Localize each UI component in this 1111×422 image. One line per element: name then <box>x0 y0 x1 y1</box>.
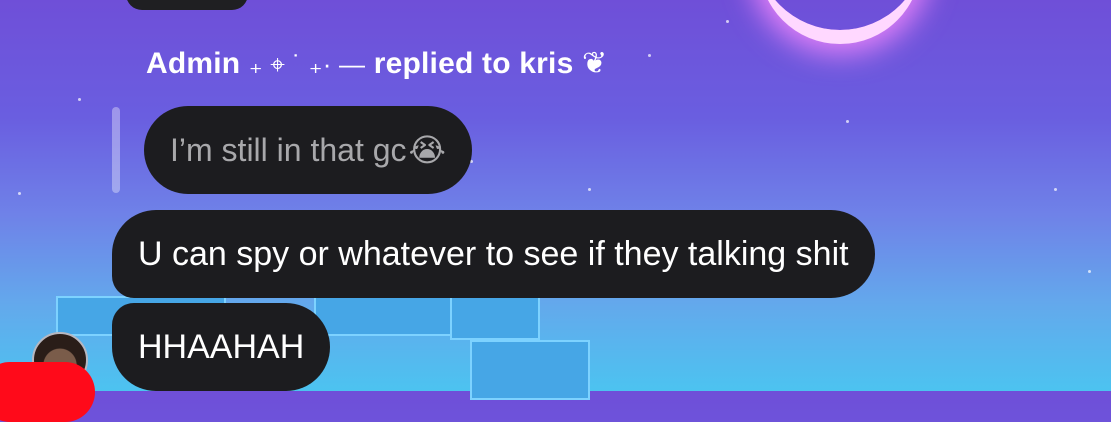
notification-badge-icon[interactable] <box>0 362 95 422</box>
previous-message-bubble[interactable] <box>126 0 248 10</box>
quoted-message-text: I’m still in that gc <box>170 131 407 168</box>
reply-decoration: ₊ ⌖ ˙ ₊· — <box>248 49 366 79</box>
heart-icon: ❦ <box>582 47 608 80</box>
reply-action-text: replied to kris <box>373 47 574 80</box>
message-text: HHAAHAH <box>138 327 305 366</box>
message-bubble[interactable]: U can spy or whatever to see if they tal… <box>112 210 875 298</box>
message-bubble[interactable]: HHAAHAH <box>112 303 331 391</box>
reply-header: Admin ₊ ⌖ ˙ ₊· — replied to kris ❦ <box>146 46 607 81</box>
reply-sender: Admin <box>146 47 241 80</box>
crying-face-icon: 😭 <box>408 132 446 168</box>
message-text: U can spy or whatever to see if they tal… <box>138 234 849 273</box>
quoted-message-bubble[interactable]: I’m still in that gc 😭 <box>144 106 472 194</box>
crescent-moon-decoration <box>755 0 925 30</box>
reply-quote-bar <box>112 107 120 193</box>
